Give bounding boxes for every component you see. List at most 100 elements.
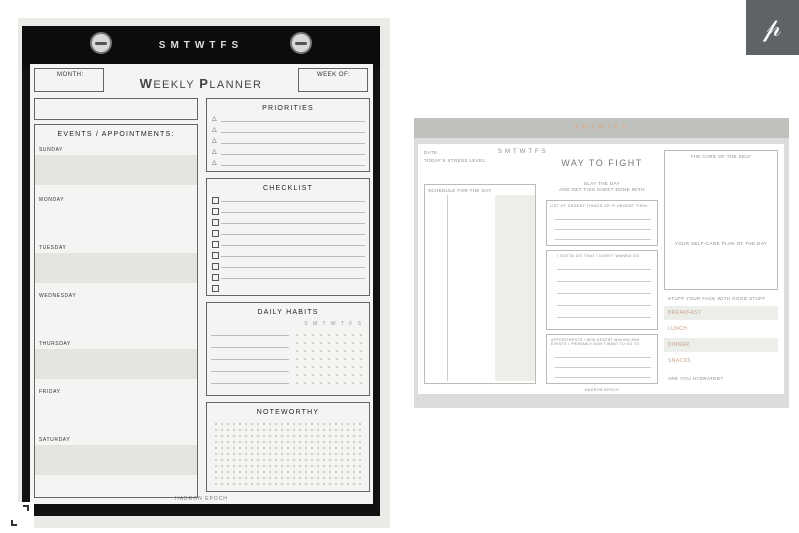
day-band — [35, 155, 197, 185]
rline — [557, 293, 651, 294]
svg-text:𝓅: 𝓅 — [763, 13, 782, 43]
urgent-title: LIST OF URGENT THINGS OR IF URGENT THEN — [550, 204, 648, 208]
day-band — [35, 445, 197, 475]
rule — [221, 132, 365, 133]
meal-row: DINNER — [664, 338, 778, 352]
rule — [221, 267, 365, 268]
stress-level-label: TODAY'S STRESS LEVEL: — [424, 158, 488, 163]
rline — [557, 269, 651, 270]
rline — [557, 317, 651, 318]
rule — [221, 154, 365, 155]
noteworthy-box: NOTEWORTHY — [206, 402, 370, 492]
expand-icon[interactable] — [4, 502, 34, 528]
events-box: EVENTS / APPOINTMENTS: SUNDAY MONDAY TUE… — [34, 124, 198, 498]
checklist-title: CHECKLIST — [262, 185, 314, 192]
care-title: THE CARE OF THE SELF — [690, 154, 752, 159]
rule — [221, 143, 365, 144]
selfcare-title: YOUR SELF-CARE PLAN OF THE DAY — [674, 241, 768, 246]
stuff-title: STUFF YOUR FACE WITH GOOD STUFF — [668, 296, 766, 301]
rule — [211, 359, 289, 360]
schedule-divider — [447, 195, 448, 381]
planner-binding-header: SMTWTFS — [22, 26, 380, 66]
daily-habits-box: DAILY HABITS S M T W T F S — [206, 302, 370, 396]
day-label-saturday: SATURDAY — [39, 437, 71, 443]
pinterest-icon: 𝓅 — [763, 13, 782, 43]
meal-dinner: DINNER — [668, 342, 690, 348]
title-weekly: EEKLY — [153, 79, 200, 91]
right-days-header: SMTWTFS — [573, 124, 630, 131]
right-planner-sheet: DATE SMTWTFS TODAY'S STRESS LEVEL: SCHED… — [418, 144, 784, 394]
rline — [557, 305, 651, 306]
day-label-tuesday: TUESDAY — [39, 245, 67, 251]
left-footer: HADRON EPOCH — [175, 496, 228, 502]
checkbox-icon — [212, 285, 219, 292]
title-initial-w: W — [139, 76, 154, 91]
priorities-title: PRIORITIES — [262, 105, 314, 112]
rule — [221, 212, 365, 213]
habits-dot-grid — [293, 331, 363, 389]
rule — [221, 256, 365, 257]
rline — [555, 219, 651, 220]
triangle-bullet-icon: △ — [212, 127, 217, 133]
habits-days: S M T W T F S — [304, 321, 363, 327]
rule — [211, 335, 289, 336]
date-label: DATE — [424, 150, 438, 155]
rule — [221, 234, 365, 235]
rline — [555, 239, 651, 240]
day-band — [35, 349, 197, 379]
weekly-planner-image: SMTWTFS MONTH: WEEKLY PLANNER WEEK OF: E… — [18, 18, 390, 528]
checkbox-icon — [212, 208, 219, 215]
triangle-bullet-icon: △ — [212, 116, 217, 122]
rule — [221, 223, 365, 224]
checkbox-icon — [212, 252, 219, 259]
meal-row: SNACKS — [664, 354, 778, 368]
appointments-title: APPOINTMENTS / NEW DESERT MAKING AND EVE… — [551, 338, 640, 346]
rline — [555, 357, 651, 358]
rule — [221, 278, 365, 279]
right-planner-header: SMTWTFS — [414, 118, 789, 138]
daily-habits-title: DAILY HABITS — [257, 309, 319, 316]
week-label: WEEK OF: — [317, 72, 351, 78]
gotta-title: I GOTTA DO THAT I DIDN'T WANNA DO — [557, 254, 640, 258]
rline — [557, 281, 651, 282]
day-label-thursday: THURSDAY — [39, 341, 71, 347]
checkbox-icon — [212, 230, 219, 237]
planner-pad: SMTWTFS MONTH: WEEKLY PLANNER WEEK OF: E… — [22, 26, 380, 516]
rule — [211, 347, 289, 348]
rule — [211, 383, 289, 384]
care-box: THE CARE OF THE SELF YOUR SELF-CARE PLAN… — [664, 150, 778, 290]
triangle-bullet-icon: △ — [212, 149, 217, 155]
planner-title: WEEKLY PLANNER — [110, 76, 292, 91]
right-footer: HADRON EPOCH — [584, 388, 620, 392]
subtitle-line2: AND GET THIS SHEET DONE WITH — [559, 187, 645, 192]
meal-row: BREAKFAST — [664, 306, 778, 320]
checklist-box: CHECKLIST — [206, 178, 370, 296]
month-label: MONTH: — [57, 72, 84, 78]
subtitle-line1: SLAY THE DAY — [583, 181, 621, 186]
rline — [555, 229, 651, 230]
gotta-box: I GOTTA DO THAT I DIDN'T WANNA DO — [546, 250, 658, 330]
month-box: MONTH: — [34, 68, 104, 92]
pinterest-save-button[interactable]: 𝓅 — [746, 0, 799, 55]
noteworthy-dot-grid — [213, 421, 363, 487]
way-to-fight-title: WAY TO FIGHT — [561, 158, 643, 168]
noteworthy-title: NOTEWORTHY — [256, 409, 320, 416]
days-header: SMTWTFS — [158, 40, 244, 51]
meal-lunch: LUNCH — [668, 326, 688, 332]
checkbox-icon — [212, 274, 219, 281]
schedule-title: SCHEDULE FOR THE DAY — [428, 188, 492, 193]
meal-breakfast: BREAKFAST — [668, 310, 702, 316]
events-title: EVENTS / APPOINTMENTS: — [57, 131, 175, 138]
rline — [555, 377, 651, 378]
checkbox-icon — [212, 197, 219, 204]
rule — [221, 245, 365, 246]
planner-sheet: MONTH: WEEKLY PLANNER WEEK OF: EVENTS / … — [30, 64, 373, 504]
checkbox-icon — [212, 219, 219, 226]
day-label-monday: MONDAY — [39, 197, 65, 203]
week-box: WEEK OF: — [298, 68, 368, 92]
schedule-shade — [495, 195, 535, 381]
appointments-box: APPOINTMENTS / NEW DESERT MAKING AND EVE… — [546, 334, 658, 384]
rule — [221, 121, 365, 122]
title-planner: LANNER — [209, 79, 263, 91]
day-label-friday: FRIDAY — [39, 389, 61, 395]
